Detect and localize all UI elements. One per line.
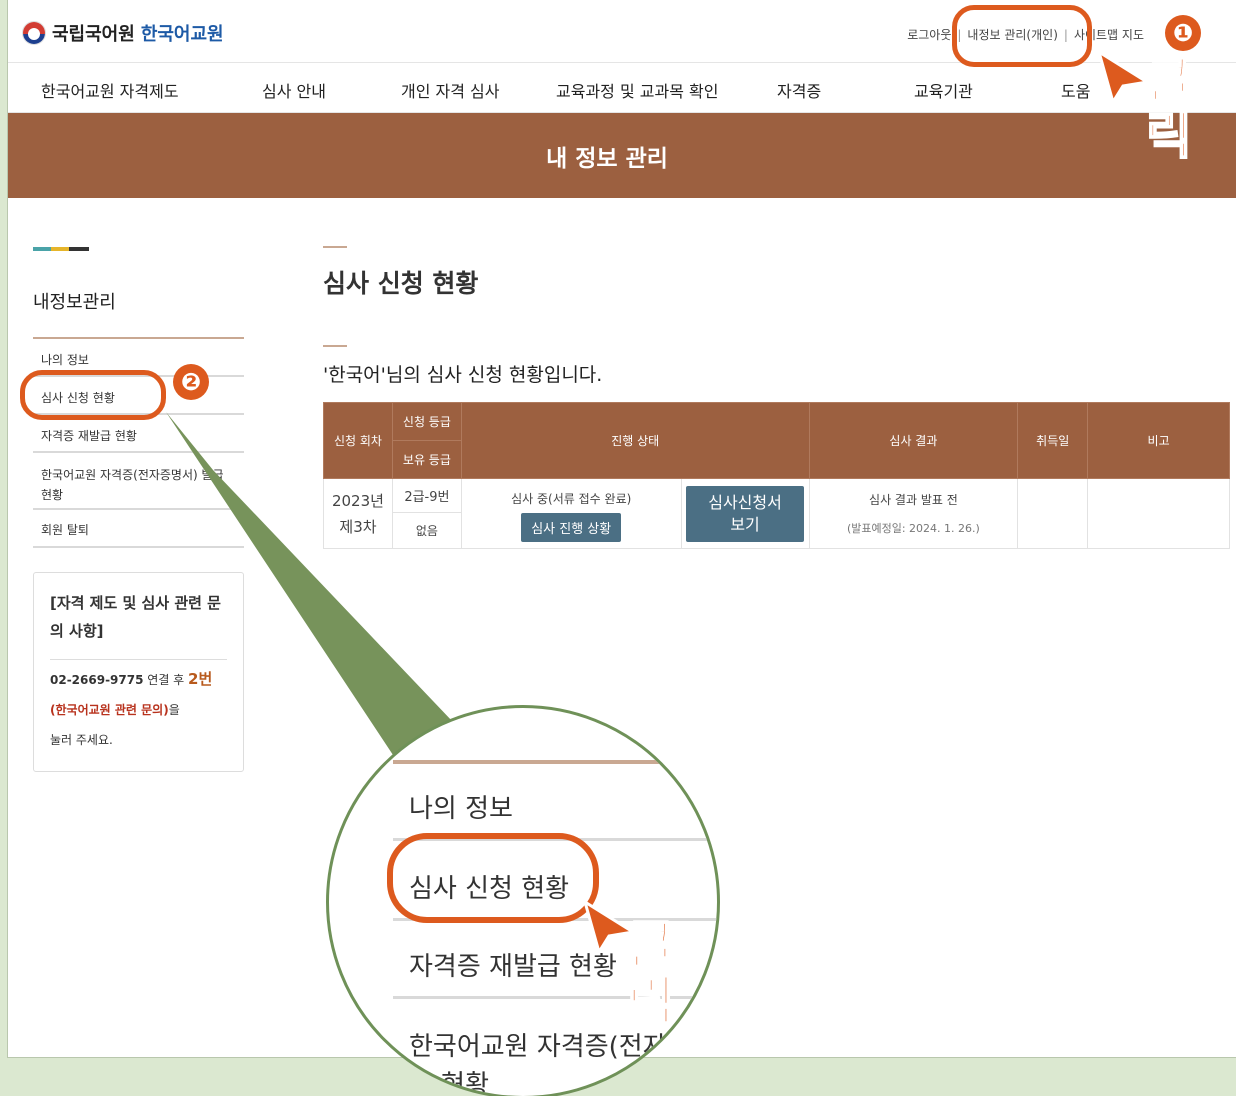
zoom-highlight-ring (387, 833, 599, 923)
zoom-magnifier: 나의 정보 심사 신청 현황 자격증 재발급 현황 한국어교원 자격증(전자 급… (326, 705, 720, 1096)
zoom-item-ecert-cont: 급 현황 (409, 1070, 490, 1096)
zoom-item-my-info: 나의 정보 (409, 794, 513, 824)
click-label-2: 클릭 (626, 916, 676, 1032)
zoom-divider (393, 760, 717, 764)
